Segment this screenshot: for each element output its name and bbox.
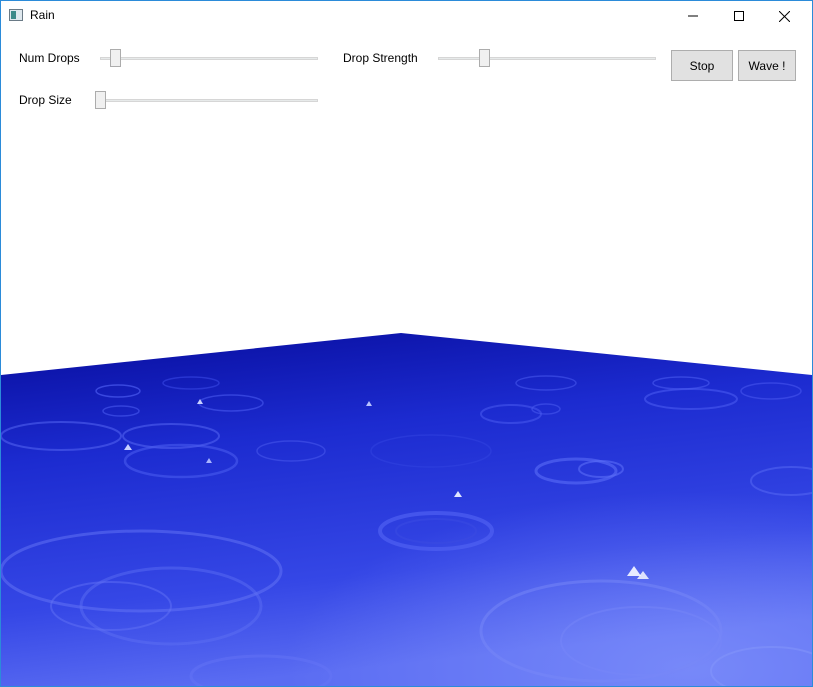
water-surface-viewport[interactable] bbox=[1, 31, 812, 686]
minimize-button[interactable] bbox=[670, 1, 716, 31]
water-glare bbox=[1, 333, 812, 686]
app-window: Rain Num Drops Drop Strength Stop Wave ! bbox=[0, 0, 813, 687]
window-title: Rain bbox=[30, 8, 55, 22]
maximize-icon bbox=[734, 11, 744, 21]
close-button[interactable] bbox=[761, 1, 807, 31]
close-icon bbox=[778, 10, 790, 22]
maximize-button[interactable] bbox=[716, 1, 762, 31]
app-window-icon bbox=[9, 9, 23, 21]
title-bar[interactable]: Rain bbox=[1, 1, 812, 31]
minimize-icon bbox=[688, 15, 698, 17]
